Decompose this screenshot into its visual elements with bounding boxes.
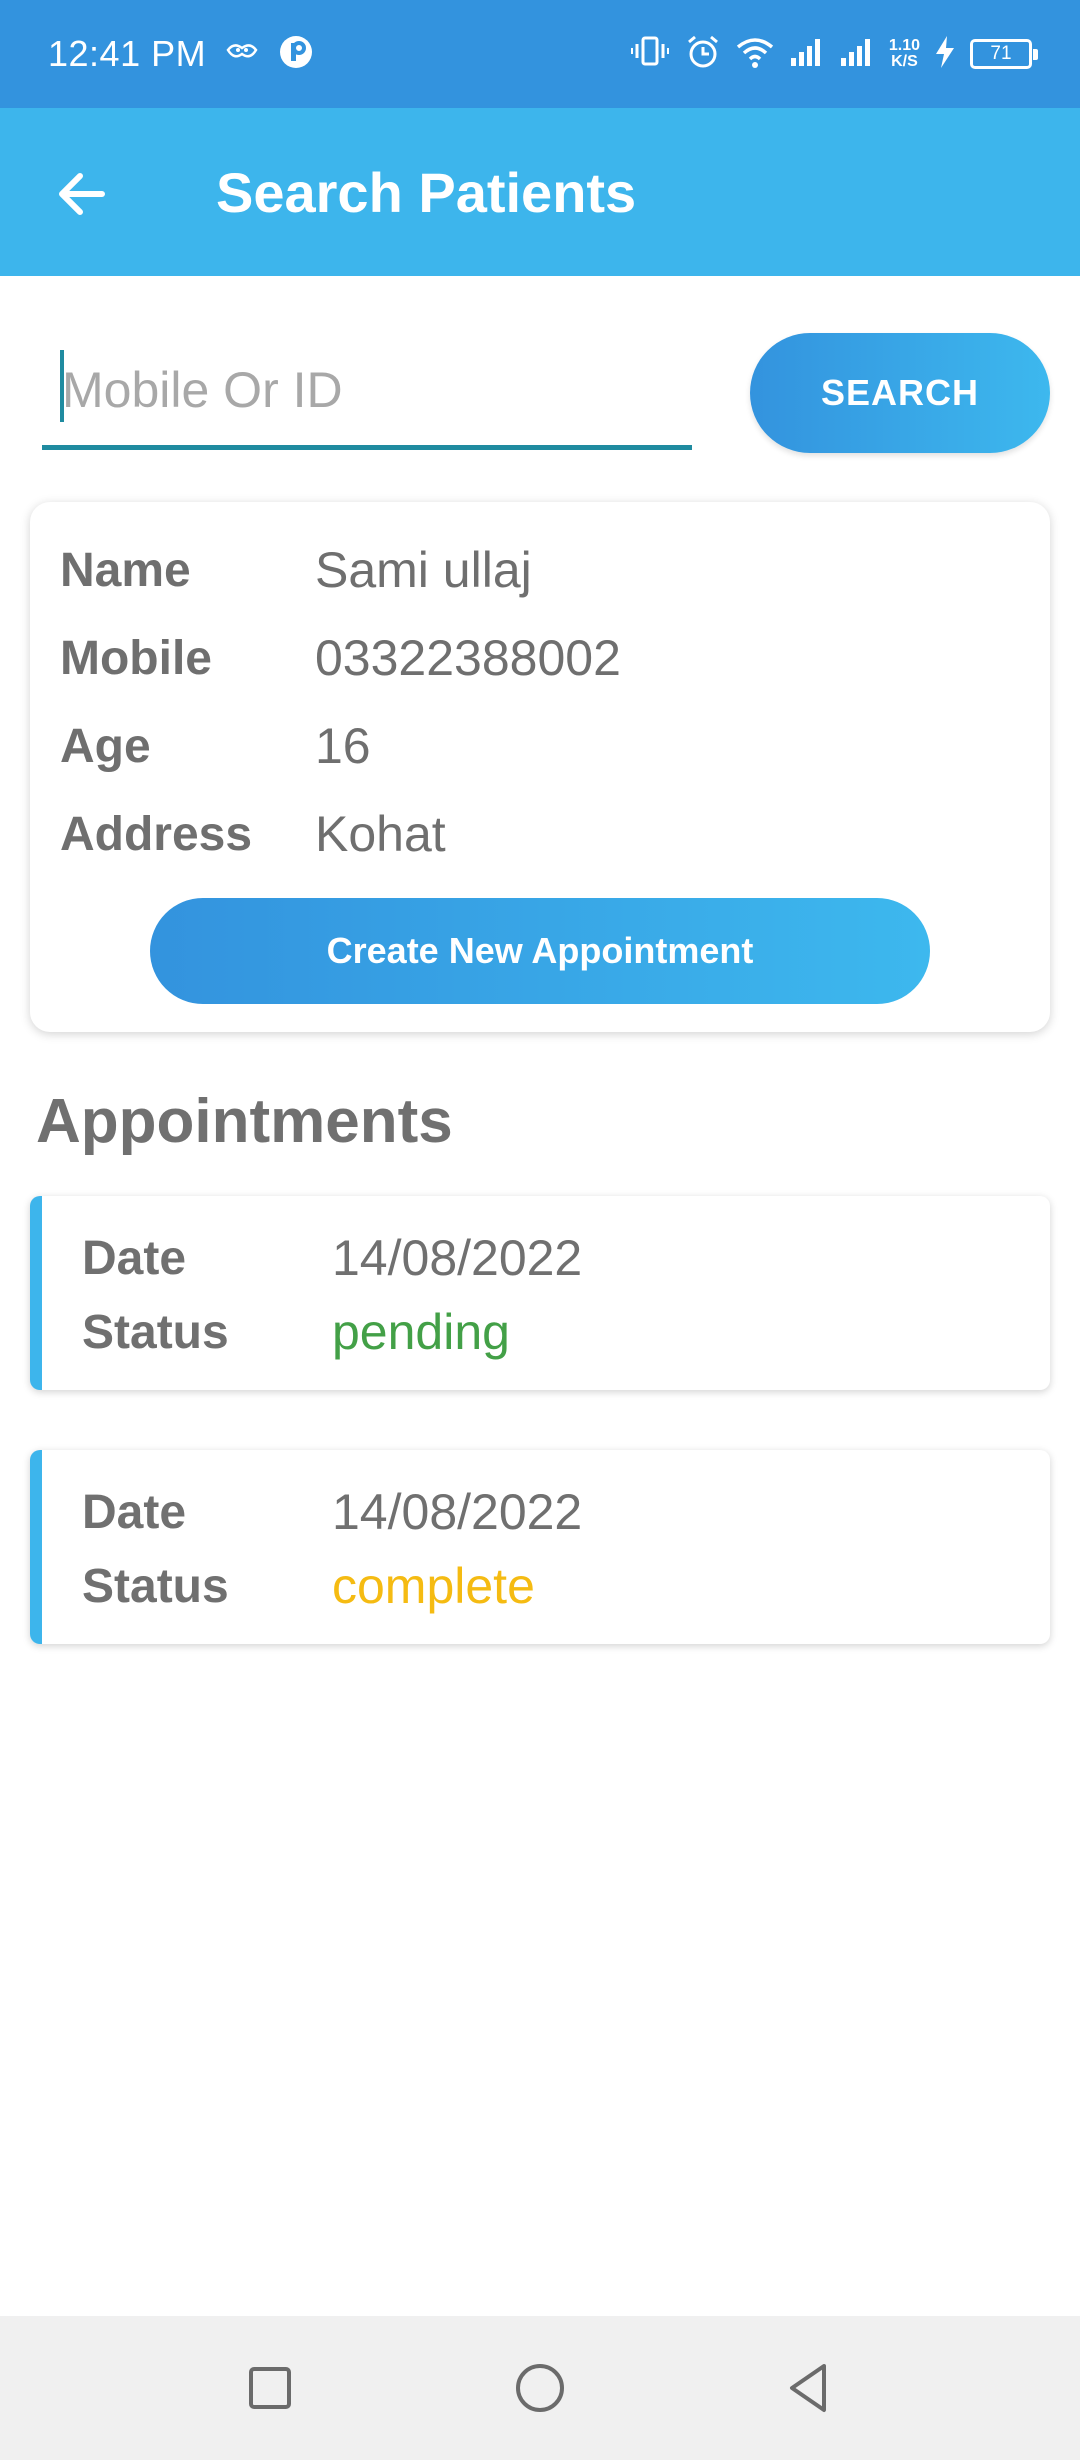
appointment-date-row: Date 14/08/2022 [82, 1228, 582, 1288]
battery-icon: 71 [970, 39, 1038, 69]
status-label: Status [82, 1559, 229, 1613]
network-speed-value: 1.10 [888, 37, 920, 54]
search-field[interactable] [42, 336, 692, 450]
search-input[interactable] [62, 336, 682, 444]
status-time: 12:41 PM [48, 33, 207, 74]
date-value: 14/08/2022 [332, 1230, 583, 1286]
status-label: Status [82, 1305, 229, 1359]
status-value: complete [332, 1558, 535, 1614]
wifi-icon [735, 35, 775, 74]
vibrate-icon [630, 34, 671, 75]
charging-icon [934, 35, 956, 74]
patient-name-row: Name Sami ullaj [60, 540, 532, 600]
home-circle-icon[interactable] [510, 2358, 570, 2418]
appointment-status-row: Status complete [82, 1556, 535, 1616]
appointment-date-row: Date 14/08/2022 [82, 1482, 582, 1542]
date-label: Date [82, 1485, 187, 1539]
appointment-card[interactable]: Date 14/08/2022 Status complete [30, 1450, 1050, 1644]
app-bar: Search Patients [0, 108, 1080, 276]
recents-square-icon[interactable] [240, 2358, 300, 2418]
date-label: Date [82, 1231, 187, 1285]
appointments-heading: Appointments [36, 1087, 453, 1156]
patient-address-row: Address Kohat [60, 804, 446, 864]
appointment-status-row: Status pending [82, 1302, 510, 1362]
search-button[interactable]: SEARCH [750, 333, 1050, 453]
notification-app-icon [224, 38, 260, 71]
signal-icon-1 [789, 36, 825, 73]
status-bar: 12:41 PM 1.10 K/S 71 [0, 0, 1080, 108]
status-value: pending [332, 1304, 510, 1360]
system-nav-bar [0, 2316, 1080, 2460]
back-triangle-icon[interactable] [778, 2358, 838, 2418]
mobile-value: 03322388002 [315, 630, 621, 686]
patient-age-row: Age 16 [60, 716, 371, 776]
age-label: Age [60, 719, 151, 773]
mobile-label: Mobile [60, 631, 212, 685]
appointment-card[interactable]: Date 14/08/2022 Status pending [30, 1196, 1050, 1390]
address-label: Address [60, 807, 253, 861]
back-arrow-icon[interactable] [52, 164, 112, 224]
network-speed-unit: K/S [891, 53, 918, 70]
battery-level: 71 [990, 43, 1012, 64]
date-value: 14/08/2022 [332, 1484, 583, 1540]
signal-icon-2 [839, 36, 875, 73]
create-appointment-button[interactable]: Create New Appointment [150, 898, 930, 1004]
name-value: Sami ullaj [315, 542, 532, 598]
app-p-icon [278, 34, 314, 75]
alarm-icon [685, 34, 721, 75]
page-title: Search Patients [216, 161, 637, 224]
appointment-accent-bar [30, 1450, 42, 1644]
network-speed: 1.10 K/S [889, 38, 920, 70]
appointment-accent-bar [30, 1196, 42, 1390]
address-value: Kohat [315, 806, 446, 862]
patient-card: Name Sami ullaj Mobile 03322388002 Age 1… [30, 502, 1050, 1032]
age-value: 16 [315, 718, 371, 774]
patient-mobile-row: Mobile 03322388002 [60, 628, 621, 688]
name-label: Name [60, 543, 191, 597]
